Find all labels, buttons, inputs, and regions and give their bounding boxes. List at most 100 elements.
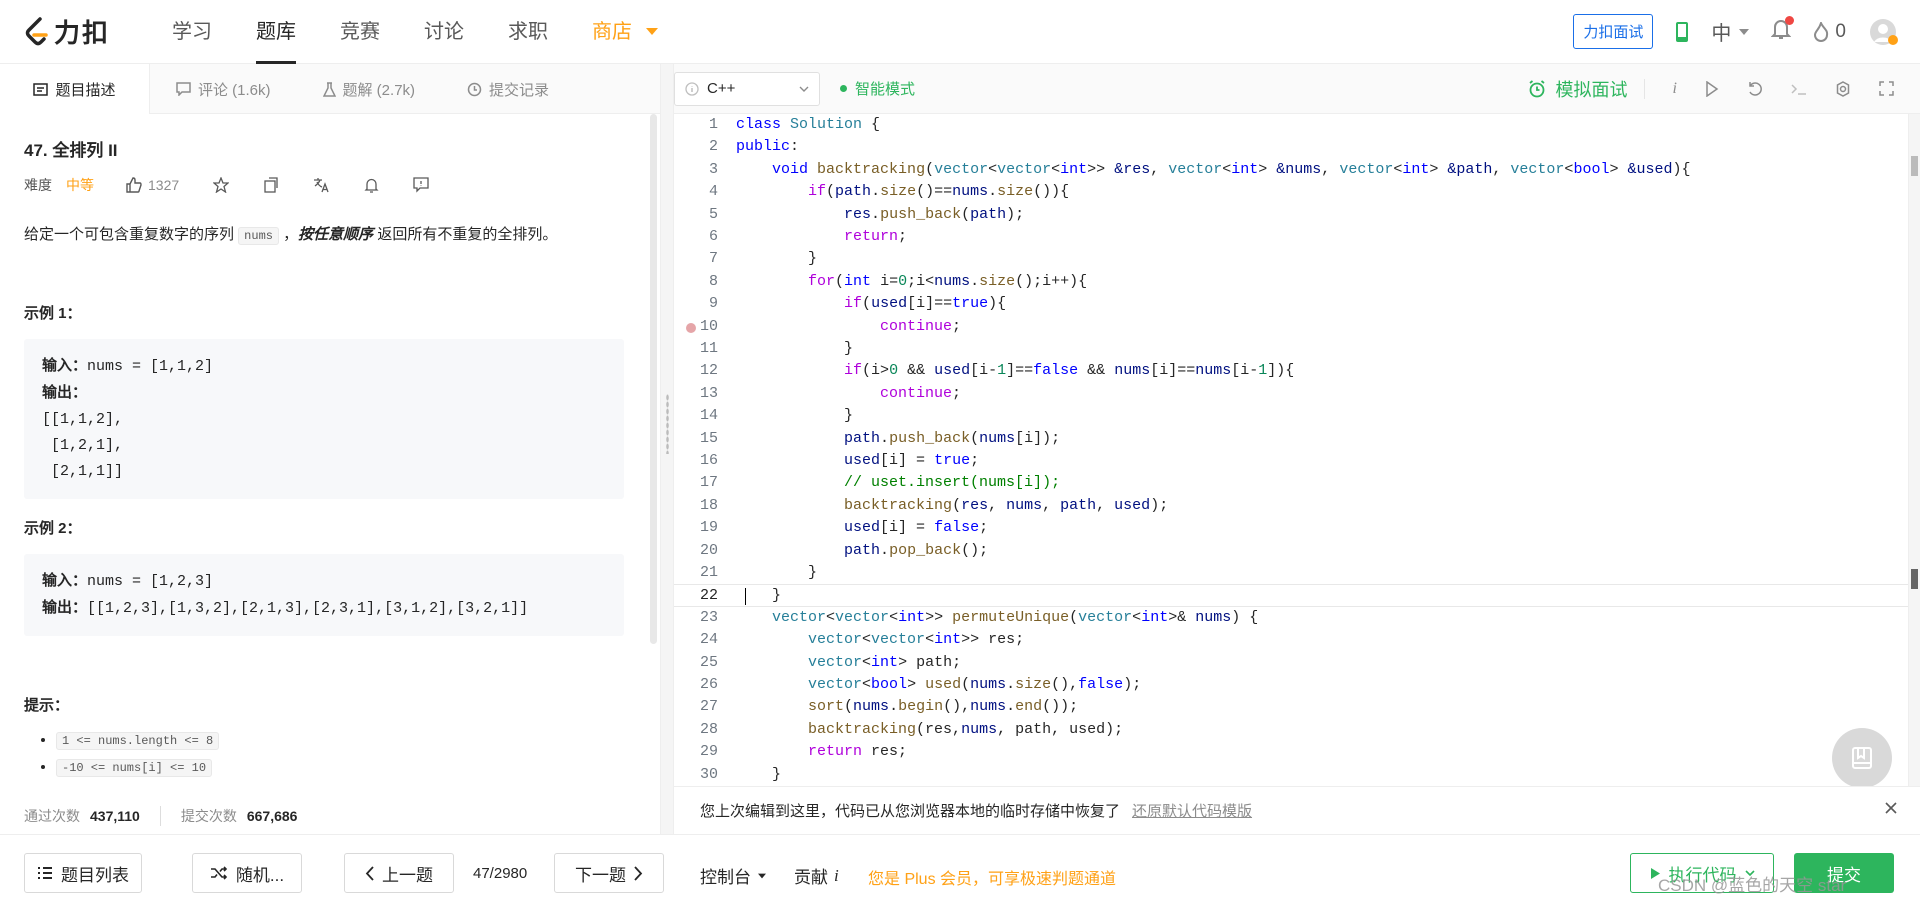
nav-jobs[interactable]: 求职: [486, 0, 570, 64]
list-icon: [38, 867, 52, 879]
chevron-right-icon: [634, 865, 643, 881]
contribute-button[interactable]: 贡献 i: [794, 863, 839, 888]
example-2-input-label: 输入：: [42, 572, 88, 589]
example-1-output-label: 输出：: [42, 384, 88, 401]
next-problem-button[interactable]: 下一题: [554, 853, 664, 893]
console-toggle[interactable]: 控制台: [700, 863, 767, 888]
coin-count: 0: [1835, 20, 1846, 42]
tab-solutions-label: 题解 (2.7k): [342, 81, 416, 99]
example-1-title: 示例 1：: [24, 305, 82, 322]
tab-description[interactable]: 题目描述: [0, 64, 150, 114]
leetcode-logo[interactable]: 力扣: [24, 13, 110, 50]
code-line: 24 vector<vector<int>> res;: [699, 631, 1025, 649]
language-switcher[interactable]: 中: [1711, 17, 1750, 46]
example-1-input: nums = [1,1,2]: [87, 358, 214, 375]
hint-item: 1 <= nums.length <= 8: [56, 727, 636, 754]
language-select[interactable]: C++: [674, 71, 820, 106]
next-label: 下一题: [575, 865, 626, 885]
code-line: 6 return;: [708, 228, 908, 245]
info-icon: [685, 81, 699, 96]
tab-comments[interactable]: 评论 (1.6k): [150, 64, 297, 114]
coin-counter[interactable]: 0: [1813, 21, 1846, 43]
solution-flask-icon: [322, 81, 336, 97]
console-label: 控制台: [700, 868, 751, 887]
nav-learn[interactable]: 学习: [150, 0, 234, 64]
panel-splitter[interactable]: [660, 64, 674, 834]
tab-description-label: 题目描述: [55, 81, 116, 99]
avatar[interactable]: [1868, 17, 1898, 47]
nav-contest[interactable]: 竞赛: [318, 0, 402, 64]
code-line: 16 used[i] = true;: [699, 452, 980, 469]
language-select-value: C++: [707, 80, 736, 97]
plus-member-note: 您是 Plus 会员，可享极速判题通道: [868, 871, 1117, 888]
star-icon[interactable]: [213, 177, 230, 193]
code-line: 29 return res;: [699, 743, 908, 761]
code-line: 20 path.pop_back();: [699, 541, 989, 559]
divider: [1643, 78, 1645, 99]
problem-meta: 难度 中等 1327: [24, 175, 636, 195]
code-editor[interactable]: 1 class Solution { 2 public: 3 void backtr…: [674, 114, 1920, 786]
example-2-input: nums = [1,2,3]: [87, 573, 214, 590]
example-2-output-label: 输出：: [42, 599, 88, 616]
problem-pager: 47/2980: [473, 865, 528, 882]
code-line: 4 if(path.size()==nums.size()){: [708, 183, 1070, 201]
bottom-action-bar: 题目列表 随机... 上一题 47/2980 下一题 控制台 贡献 i 您是 P…: [0, 834, 1920, 902]
editor-scrollbar[interactable]: [1908, 114, 1920, 786]
description-scrollbar[interactable]: [650, 114, 657, 644]
tab-submissions-label: 提交记录: [489, 81, 550, 99]
smart-mode-label: 智能模式: [855, 81, 916, 98]
mobile-phone-icon[interactable]: [1675, 21, 1689, 43]
shuffle-icon: [210, 866, 228, 880]
difficulty-label: 难度: [24, 177, 52, 193]
status-dot: [840, 85, 847, 92]
problem-stats: 通过次数 437,110 提交次数 667,686: [24, 806, 297, 826]
close-icon[interactable]: [1884, 801, 1898, 815]
share-icon[interactable]: [263, 177, 279, 193]
editor-toolbar: C++ 智能模式 模拟面试 i: [674, 64, 1920, 114]
watermark: CSDN @蓝色的天空 star: [1658, 876, 1847, 895]
statement-text-1: 给定一个可包含重复数字的序列: [24, 226, 239, 243]
code-line: 7 }: [708, 250, 818, 268]
nav-store[interactable]: 商店: [570, 0, 680, 64]
fullscreen-icon[interactable]: [1879, 81, 1894, 96]
terminal-icon[interactable]: [1791, 82, 1807, 96]
feedback-icon[interactable]: [413, 177, 429, 193]
reset-icon[interactable]: [1747, 81, 1763, 97]
random-problem-button[interactable]: 随机...: [192, 853, 302, 893]
restore-notice: 您上次编辑到这里，代码已从您浏览器本地的临时存储中恢复了 还原默认代码模版: [674, 786, 1920, 834]
code-line: 9 if(used[i]==true){: [708, 295, 1007, 313]
example-2-title: 示例 2：: [24, 520, 82, 537]
top-navbar: 力扣 学习 题库 竞赛 讨论 求职 商店 力扣面试 中 0: [0, 0, 1920, 64]
logo-text: 力扣: [54, 18, 111, 48]
nav-discuss[interactable]: 讨论: [402, 0, 486, 64]
translate-icon[interactable]: [313, 177, 330, 193]
mock-interview-button[interactable]: 模拟面试: [1528, 76, 1628, 102]
restore-default-link[interactable]: 还原默认代码模版: [1132, 800, 1252, 821]
problem-list-button[interactable]: 题目列表: [24, 853, 142, 893]
contribute-label: 贡献: [794, 868, 828, 887]
notification-bell[interactable]: [1771, 16, 1795, 45]
like-button[interactable]: 1327: [126, 177, 179, 193]
scrollbar-thumb[interactable]: [1911, 156, 1918, 176]
code-line: 30 }: [699, 765, 782, 783]
leetcode-logo-icon: [25, 16, 48, 45]
bell-icon[interactable]: [364, 177, 379, 193]
accepted-count: 437,110: [90, 808, 140, 824]
nav-problems[interactable]: 题库: [234, 0, 318, 64]
example-2-box: 输入：nums = [1,2,3] 输出：[[1,2,3],[1,3,2],[2…: [24, 554, 624, 636]
problem-title: 47. 全排列 II: [24, 141, 118, 160]
prev-problem-button[interactable]: 上一题: [344, 853, 454, 893]
info-italic-icon: i: [834, 865, 839, 885]
hint-item: -10 <= nums[i] <= 10: [56, 754, 636, 781]
code-line: 14 }: [699, 407, 854, 425]
notes-float-button[interactable]: [1832, 728, 1892, 788]
info-italic-icon[interactable]: i: [1673, 80, 1677, 98]
tab-solutions[interactable]: 题解 (2.7k): [297, 64, 442, 114]
settings-gear-icon[interactable]: [1835, 80, 1851, 97]
submissions-count: 667,686: [246, 808, 298, 824]
tab-submissions[interactable]: 提交记录: [441, 64, 575, 114]
smart-mode-toggle[interactable]: 智能模式: [840, 78, 915, 99]
code-line: 28 backtracking(res,nums, path, used);: [699, 720, 1124, 738]
interview-button[interactable]: 力扣面试: [1573, 14, 1654, 49]
debug-play-icon[interactable]: [1705, 80, 1719, 97]
